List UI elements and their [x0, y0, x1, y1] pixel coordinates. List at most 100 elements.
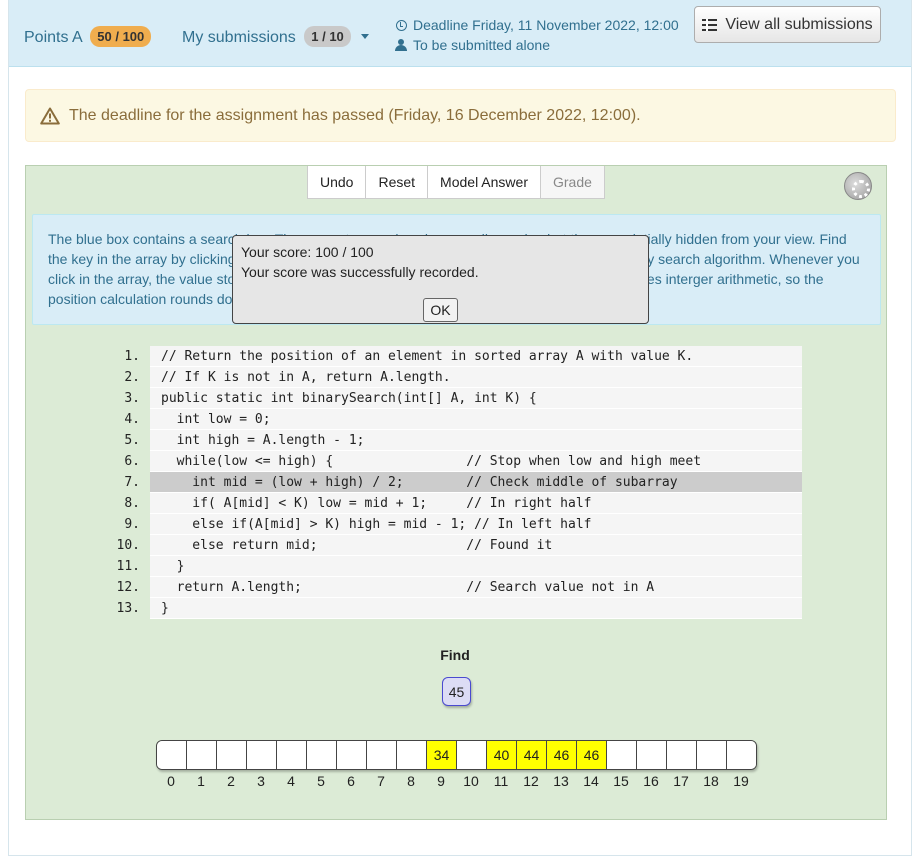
score-message: Your score was successfully recorded. [241, 264, 479, 280]
array-cell[interactable] [397, 741, 427, 769]
array-cell[interactable] [637, 741, 667, 769]
warning-icon [40, 107, 60, 124]
code-listing: 1. // Return the position of an element i… [110, 346, 802, 619]
array-cell[interactable] [457, 741, 487, 769]
code-line: 13.} [110, 598, 802, 619]
line-number: 7. [124, 475, 140, 490]
line-number: 11. [116, 559, 140, 574]
deadline-text: Deadline Friday, 11 November 2022, 12:00 [413, 17, 679, 33]
array-index: 9 [437, 773, 445, 789]
exercise-header: Points A 50 / 100 My submissions 1 / 10 … [9, 0, 911, 67]
array-index: 10 [463, 773, 479, 789]
array-cell[interactable] [607, 741, 637, 769]
array-cell[interactable]: 46 [547, 741, 577, 769]
points-badge: 50 / 100 [90, 26, 152, 47]
exercise-container: Points A 50 / 100 My submissions 1 / 10 … [8, 0, 912, 856]
code-line: 6. while(low <= high) { // Stop when low… [110, 451, 802, 472]
array-index: 14 [583, 773, 599, 789]
code-text: if( A[mid] < K) low = mid + 1; // In rig… [150, 493, 802, 514]
undo-button[interactable]: Undo [308, 166, 367, 198]
array-index: 2 [227, 773, 235, 789]
code-text: while(low <= high) { // Stop when low an… [150, 451, 802, 472]
code-text: int high = A.length - 1; [150, 430, 802, 451]
array-cell[interactable]: 44 [517, 741, 547, 769]
line-number: 2. [124, 370, 140, 385]
list-icon [702, 18, 718, 31]
array-cell[interactable]: 46 [577, 741, 607, 769]
code-line: 7. int mid = (low + high) / 2; // Check … [110, 472, 802, 493]
array-index: 7 [377, 773, 385, 789]
array-cell[interactable] [277, 741, 307, 769]
array-cell[interactable] [157, 741, 187, 769]
line-number: 10. [116, 538, 140, 553]
code-text: else if(A[mid] > K) high = mid - 1; // I… [150, 514, 802, 535]
code-text: } [150, 598, 802, 619]
array-cell[interactable] [187, 741, 217, 769]
code-line: 3. public static int binarySearch(int[] A… [110, 388, 802, 409]
code-text: // If K is not in A, return A.length. [150, 367, 802, 388]
array-cell[interactable] [307, 741, 337, 769]
line-number: 3. [124, 391, 140, 406]
line-number: 4. [124, 412, 140, 427]
array-cell[interactable] [247, 741, 277, 769]
code-text: public static int binarySearch(int[] A, … [150, 388, 802, 409]
grade-button[interactable]: Grade [540, 166, 604, 198]
submission-mode-row: To be submitted alone [393, 35, 679, 55]
array-cell[interactable]: 34 [427, 741, 457, 769]
points-display: Points A 50 / 100 [24, 26, 152, 47]
array-index: 17 [673, 773, 689, 789]
array-indices: 0 1 2 3 4 5 6 7 8 9 10 11 12 13 14 15 16 17 18 19 [156, 773, 756, 789]
reset-button[interactable]: Reset [366, 166, 429, 198]
my-submissions-dropdown[interactable]: My submissions 1 / 10 [182, 26, 370, 47]
array-cell[interactable]: 40 [487, 741, 517, 769]
array-index: 4 [287, 773, 295, 789]
chevron-down-icon [361, 34, 370, 39]
array-cell[interactable] [337, 741, 367, 769]
code-line: 5. int high = A.length - 1; [110, 430, 802, 451]
line-number: 9. [124, 517, 140, 532]
array-index: 1 [197, 773, 205, 789]
code-text: // Return the position of an element in … [150, 346, 802, 367]
array-index: 0 [167, 773, 175, 789]
array-index: 19 [733, 773, 749, 789]
clock-icon [393, 15, 409, 35]
view-all-label: View all submissions [725, 15, 873, 33]
array-index: 5 [317, 773, 325, 789]
code-line: 11. } [110, 556, 802, 577]
code-line: 8. if( A[mid] < K) low = mid + 1; // In … [110, 493, 802, 514]
model-answer-button[interactable]: Model Answer [428, 166, 541, 198]
settings-gear-icon[interactable] [844, 172, 872, 200]
array-cell[interactable] [697, 741, 727, 769]
code-text: } [150, 556, 802, 577]
code-line: 10. else return mid; // Found it [110, 535, 802, 556]
code-line: 2. // If K is not in A, return A.length. [110, 367, 802, 388]
code-line: 9. else if(A[mid] > K) high = mid - 1; /… [110, 514, 802, 535]
submissions-badge: 1 / 10 [304, 26, 351, 47]
array-index: 3 [257, 773, 265, 789]
points-label: Points A [24, 29, 82, 46]
deadline-passed-alert: The deadline for the assignment has pass… [25, 89, 896, 142]
line-number: 12. [116, 580, 140, 595]
submission-mode-text: To be submitted alone [413, 37, 550, 53]
score-text: Your score: 100 / 100 [241, 244, 374, 260]
view-all-submissions-button[interactable]: View all submissions [694, 6, 881, 43]
submissions-label: My submissions [182, 29, 296, 46]
line-number: 5. [124, 433, 140, 448]
line-number: 6. [124, 454, 140, 469]
score-dialog: Your score: 100 / 100 Your score was suc… [232, 235, 649, 324]
code-text: else return mid; // Found it [150, 535, 802, 556]
array-cell[interactable] [727, 741, 756, 769]
deadline-row: Deadline Friday, 11 November 2022, 12:00 [393, 15, 679, 35]
code-text: return A.length; // Search value not in … [150, 577, 802, 598]
array-cell[interactable] [667, 741, 697, 769]
alert-text: The deadline for the assignment has pass… [69, 106, 641, 124]
exercise-toolbar: Undo Reset Model Answer Grade [307, 166, 605, 199]
array-cell[interactable] [217, 741, 247, 769]
array-cell[interactable] [367, 741, 397, 769]
user-icon [393, 35, 409, 55]
code-text: int mid = (low + high) / 2; // Check mid… [150, 472, 802, 493]
array-index: 15 [613, 773, 629, 789]
array-index: 18 [703, 773, 719, 789]
ok-button[interactable]: OK [423, 298, 458, 322]
code-line: 1. // Return the position of an element i… [110, 346, 802, 367]
